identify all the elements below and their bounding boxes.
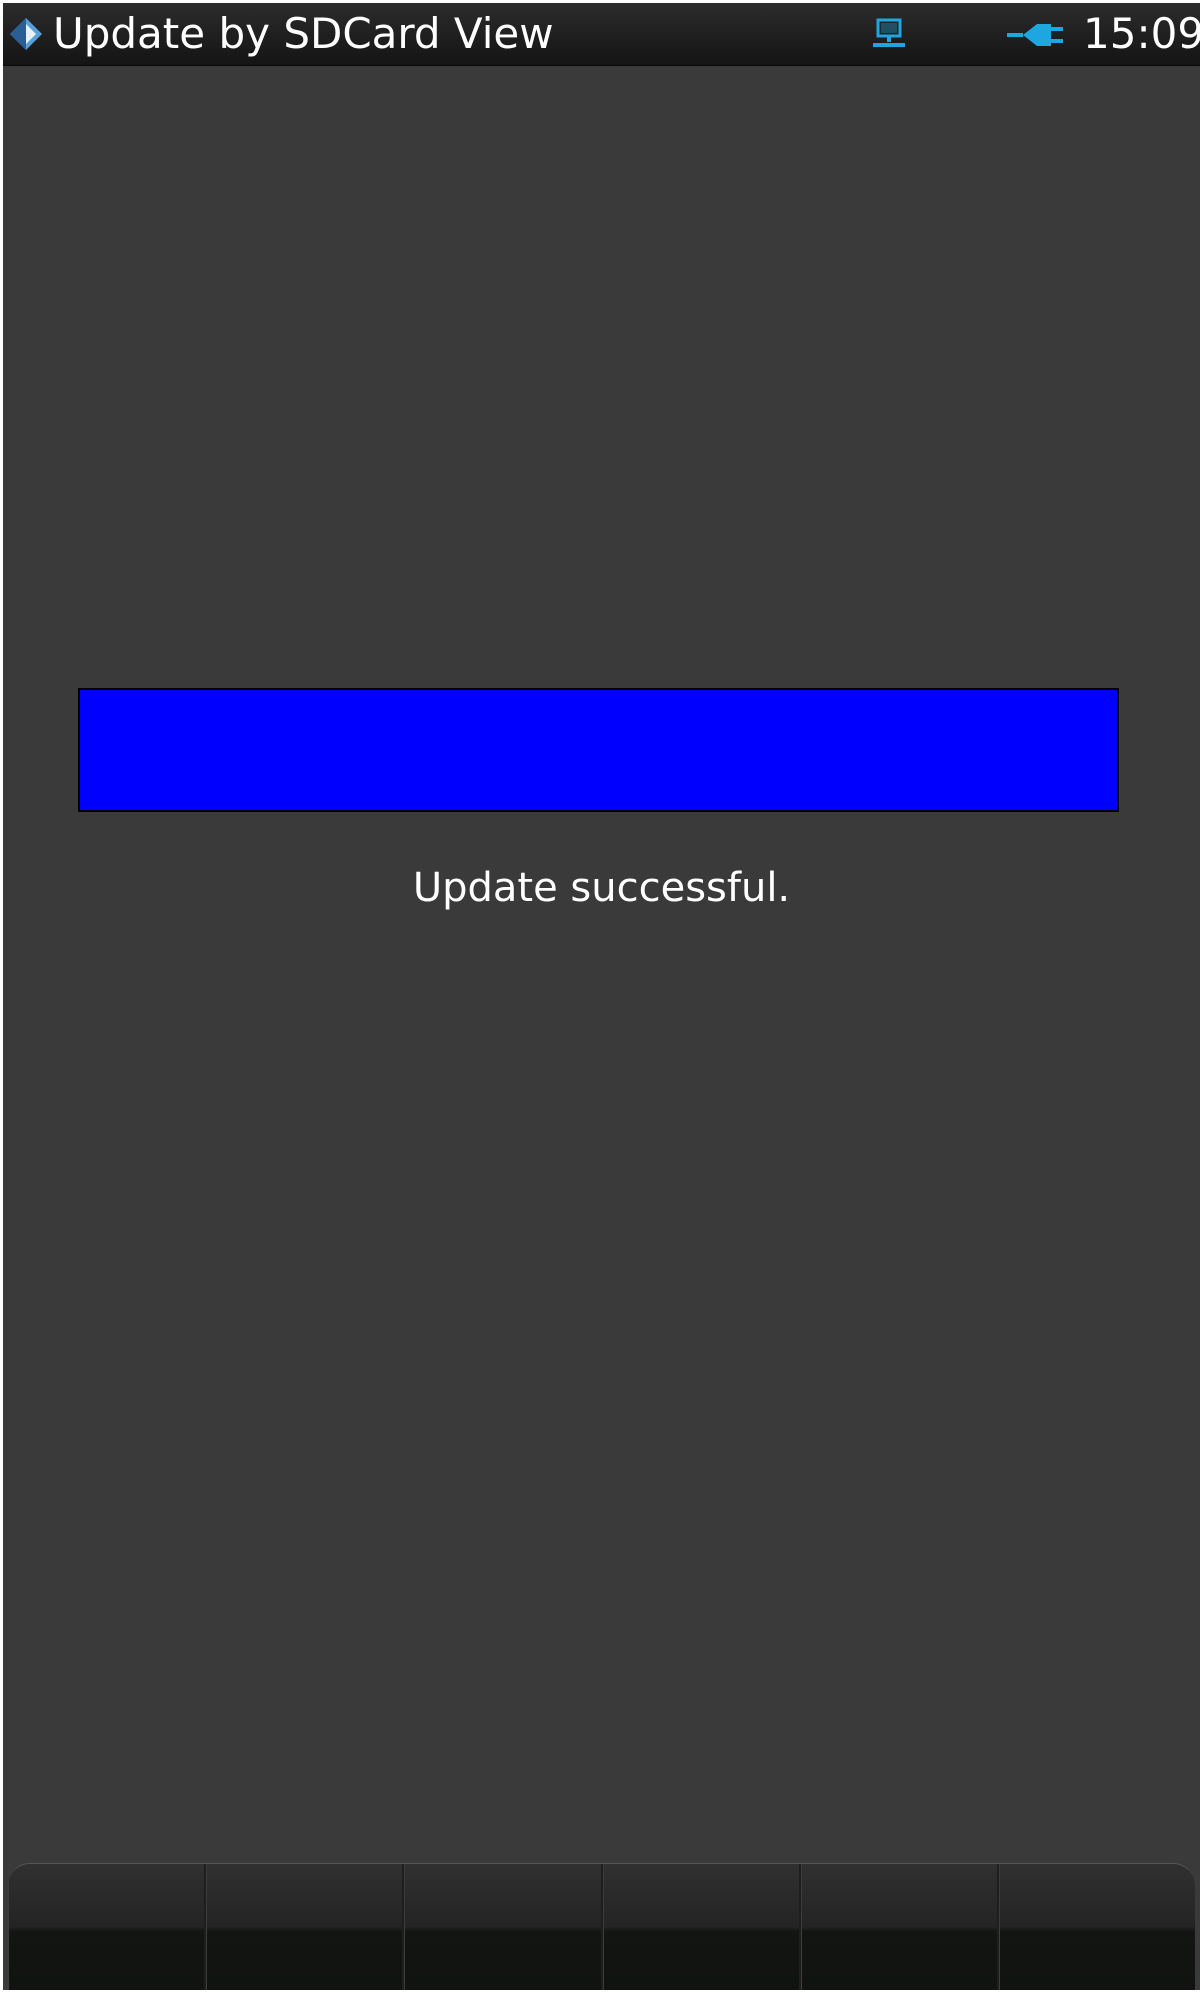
- update-status-message: Update successful.: [412, 865, 791, 911]
- device-screen: Update by SDCard View 15:09 Update succe…: [3, 3, 1200, 1990]
- network-computer-icon: [873, 18, 905, 47]
- update-progress-bar: [78, 688, 1119, 812]
- softkey-3[interactable]: [404, 1864, 603, 1990]
- softkey-1[interactable]: [8, 1864, 207, 1990]
- softkey-5[interactable]: [800, 1864, 999, 1990]
- status-clock: 15:09: [1083, 9, 1200, 58]
- softkey-6[interactable]: [998, 1864, 1195, 1990]
- progress-fill: [80, 690, 1117, 810]
- softkey-bar: [8, 1863, 1195, 1990]
- power-plug-icon: [1007, 24, 1063, 46]
- softkey-4[interactable]: [602, 1864, 801, 1990]
- window-title: Update by SDCard View: [53, 9, 554, 58]
- app-diamond-icon: [10, 18, 42, 50]
- softkey-2[interactable]: [206, 1864, 405, 1990]
- title-bar: Update by SDCard View 15:09: [3, 3, 1200, 66]
